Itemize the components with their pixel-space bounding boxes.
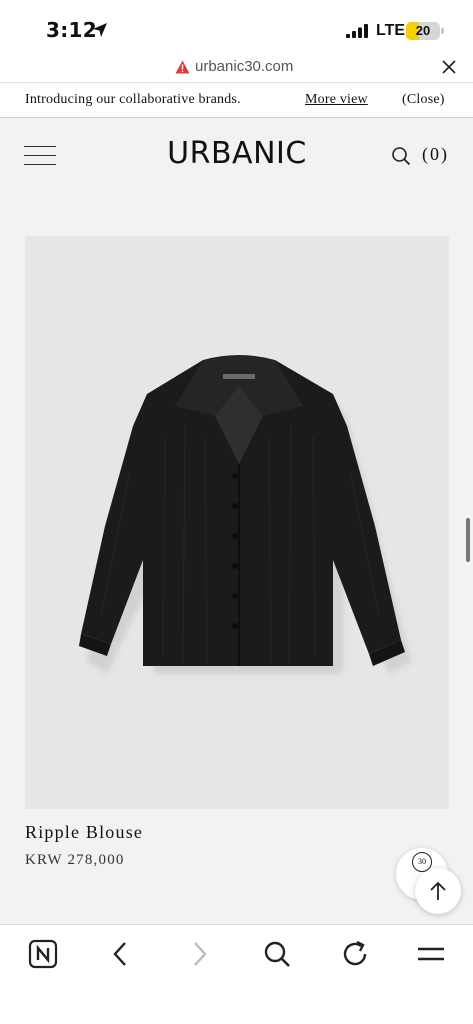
- location-arrow-icon: [93, 23, 107, 37]
- reload-button[interactable]: [340, 939, 370, 969]
- back-button[interactable]: [106, 939, 136, 969]
- browser-url-bar[interactable]: urbanic30.com: [0, 52, 473, 82]
- battery-level: 20: [415, 23, 431, 38]
- status-bar: 3:12 LTE 20: [0, 0, 473, 52]
- signal-icon: [346, 24, 368, 38]
- scroll-indicator[interactable]: [466, 518, 470, 562]
- brand-logo[interactable]: URBANIC: [137, 136, 337, 171]
- warning-icon: [175, 60, 190, 74]
- scroll-to-top-icon: [430, 881, 446, 900]
- naver-icon: [28, 939, 58, 969]
- url-text[interactable]: urbanic30.com: [195, 58, 293, 75]
- close-icon[interactable]: [441, 59, 457, 75]
- status-time: 3:12: [46, 18, 97, 42]
- search-icon: [264, 941, 290, 967]
- menu-icon: [418, 947, 444, 961]
- hamburger-icon[interactable]: [24, 146, 56, 166]
- announcement-banner: Introducing our collaborative brands. Mo…: [0, 82, 473, 118]
- product-name[interactable]: Ripple Blouse: [25, 822, 143, 843]
- more-view-link[interactable]: More view: [305, 92, 368, 108]
- product-price: KRW 278,000: [25, 852, 125, 868]
- battery-indicator: 20: [406, 22, 440, 40]
- browser-toolbar: [0, 924, 473, 1024]
- site-header: URBANIC (0): [0, 118, 473, 196]
- forward-icon: [194, 942, 207, 966]
- search-button[interactable]: [262, 939, 292, 969]
- forward-button[interactable]: [184, 939, 214, 969]
- banner-text: Introducing our collaborative brands.: [25, 92, 241, 107]
- cart-button[interactable]: (0): [422, 144, 449, 165]
- blouse-image: [79, 355, 411, 674]
- battery-cap: [441, 28, 444, 34]
- naver-home-button[interactable]: [28, 939, 58, 969]
- menu-button[interactable]: [416, 939, 446, 969]
- reload-icon: [343, 940, 367, 966]
- scroll-to-top-button[interactable]: [415, 868, 461, 914]
- search-icon[interactable]: [391, 146, 411, 166]
- network-type: LTE: [376, 22, 406, 39]
- back-icon: [113, 942, 126, 966]
- banner-close-button[interactable]: (Close): [402, 92, 445, 108]
- product-image[interactable]: [25, 236, 449, 809]
